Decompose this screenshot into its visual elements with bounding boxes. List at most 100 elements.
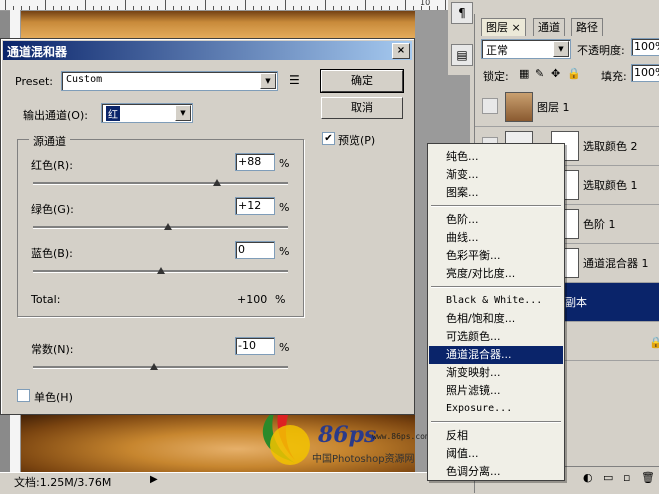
ruler-tick [389, 6, 390, 10]
red-value-input[interactable]: +88 [235, 153, 275, 171]
dialog-titlebar[interactable]: 通道混和器 × [3, 41, 412, 60]
blue-value-input[interactable]: 0 [235, 241, 275, 259]
menu-item-label: 可选颜色... [446, 330, 501, 343]
new-group-icon[interactable]: ▭ [603, 471, 613, 484]
ruler-tick [165, 0, 166, 10]
menu-item[interactable]: 渐变映射... [429, 364, 563, 382]
ruler-tick [189, 6, 190, 10]
fill-input[interactable]: 100% [631, 64, 659, 82]
menu-item[interactable]: 图案... [429, 184, 563, 202]
preview-checkbox[interactable]: ✔ [322, 132, 335, 145]
menu-item[interactable]: 照片滤镜... [429, 382, 563, 400]
menu-item[interactable]: 渐变... [429, 166, 563, 184]
menu-item-label: 亮度/对比度... [446, 267, 516, 280]
green-value-input[interactable]: +12 [235, 197, 275, 215]
lock-label: 锁定: [483, 70, 509, 83]
navigator-icon[interactable]: ▤ [451, 44, 473, 66]
lock-all-icon[interactable]: 🔒 [567, 67, 581, 80]
green-slider-thumb[interactable] [164, 223, 173, 230]
monochrome-checkbox[interactable] [17, 389, 30, 402]
blend-mode-select[interactable]: 正常 ▼ [481, 39, 571, 59]
ruler-tick [61, 6, 62, 10]
layer-row[interactable]: 图层 1 [475, 88, 659, 127]
layer-name: 图层 1 [537, 101, 570, 114]
close-icon[interactable]: × [512, 21, 521, 34]
menu-item[interactable]: 色阶... [429, 211, 563, 229]
ruler-tick [37, 6, 38, 10]
ruler-tick [93, 6, 94, 10]
preset-select[interactable]: Custom ▼ [61, 71, 278, 91]
menu-item[interactable]: 色相/饱和度... [429, 310, 563, 328]
opacity-label: 不透明度: [577, 44, 625, 57]
source-group-label: 源通道 [29, 133, 70, 149]
ruler-tick [245, 0, 246, 10]
constant-value-input[interactable]: -10 [235, 337, 275, 355]
close-button[interactable]: × [392, 43, 410, 59]
menu-item-label: 渐变映射... [446, 366, 501, 379]
chevron-down-icon: ▼ [553, 41, 569, 57]
layer-thumbnail [505, 92, 533, 122]
output-channel-select[interactable]: 红 ▼ [101, 103, 193, 123]
menu-item[interactable]: 亮度/对比度... [429, 265, 563, 283]
menu-item[interactable]: 色彩平衡... [429, 247, 563, 265]
lock-move-icon[interactable]: ✥ [551, 67, 560, 80]
layer-name: 色阶 1 [583, 218, 616, 231]
ruler-tick [253, 6, 254, 10]
status-menu-arrow-icon[interactable]: ▶ [150, 474, 158, 485]
menu-item[interactable]: 通道混合器... [429, 346, 563, 364]
ruler-tick [301, 6, 302, 10]
menu-item[interactable]: 阈值... [429, 445, 563, 463]
tab-layers[interactable]: 图层 × [481, 18, 526, 36]
ruler-tick [261, 6, 262, 10]
red-slider-track[interactable] [33, 182, 288, 185]
menu-item-label: 图案... [446, 186, 479, 199]
menu-item[interactable]: Black & White... [429, 292, 563, 310]
red-channel-label: 红色(R): [31, 159, 73, 172]
menu-separator [431, 286, 561, 288]
green-channel-label: 绿色(G): [31, 203, 74, 216]
menu-item[interactable]: 曲线... [429, 229, 563, 247]
red-slider-thumb[interactable] [212, 179, 221, 186]
tab-channels[interactable]: 通道 [533, 18, 565, 36]
menu-item[interactable]: 可选颜色... [429, 328, 563, 346]
total-unit: % [275, 293, 286, 306]
ruler-tick [77, 6, 78, 10]
ruler-tick [69, 6, 70, 10]
preset-options-icon[interactable]: ☰ [289, 73, 300, 87]
menu-separator [431, 205, 561, 207]
menu-item[interactable]: Exposure... [429, 400, 563, 418]
lock-transparency-icon[interactable]: ▦ [519, 67, 529, 80]
eye-icon[interactable] [482, 98, 498, 114]
blue-slider-thumb[interactable] [156, 267, 165, 274]
ruler-tick [277, 6, 278, 10]
new-layer-icon[interactable]: ▫ [623, 471, 630, 484]
constant-slider-thumb[interactable] [150, 363, 159, 370]
layer-name: 选取颜色 1 [583, 179, 638, 192]
ruler-tick [285, 0, 286, 10]
menu-item[interactable]: 纯色... [429, 148, 563, 166]
constant-slider-track[interactable] [33, 366, 288, 369]
document-size-info: 文档:1.25M/3.76M [14, 476, 112, 489]
ruler-tick [413, 6, 414, 10]
menu-item-label: 渐变... [446, 168, 479, 181]
ruler-tick [173, 6, 174, 10]
chevron-down-icon: ▼ [260, 73, 276, 89]
paragraph-icon[interactable]: ¶ [451, 2, 473, 24]
constant-unit: % [279, 341, 290, 354]
adjustment-layer-icon[interactable]: ◐ [583, 471, 593, 484]
lock-brush-icon[interactable]: ✎ [535, 67, 544, 80]
green-slider-track[interactable] [33, 226, 288, 229]
trash-icon[interactable]: 🗑 [641, 471, 655, 484]
opacity-input[interactable]: 100% [631, 38, 659, 56]
ok-button[interactable]: 确定 [320, 69, 404, 93]
red-unit: % [279, 157, 290, 170]
menu-item[interactable]: 反相 [429, 427, 563, 445]
menu-item-label: 反相 [446, 429, 468, 442]
tab-paths[interactable]: 路径 [571, 18, 603, 36]
ruler-tick [333, 6, 334, 10]
menu-separator [431, 421, 561, 423]
menu-item[interactable]: 色调分离... [429, 463, 563, 481]
cancel-button[interactable]: 取消 [321, 97, 403, 119]
tab-label: 图层 [486, 21, 508, 34]
ruler-tick [181, 6, 182, 10]
